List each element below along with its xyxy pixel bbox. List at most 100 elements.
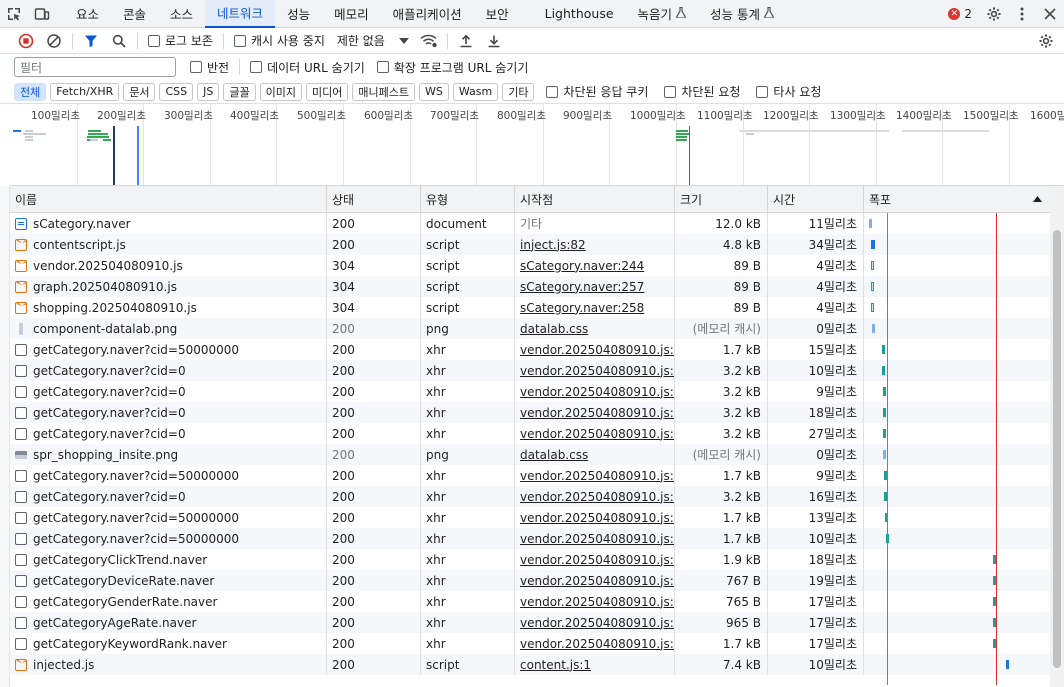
type-filter-7[interactable]: 미디어 (306, 82, 349, 101)
cell-waterfall[interactable] (864, 339, 1050, 360)
table-row[interactable]: getCategoryDeviceRate.naver 200 xhr vendor.… (10, 570, 1050, 591)
tab-9[interactable]: 녹음기 (626, 0, 699, 28)
filter-funnel-icon[interactable] (77, 28, 105, 54)
cell-name[interactable]: getCategory.naver?cid=50000000 (10, 528, 327, 549)
type-filter-1[interactable]: Fetch/XHR (50, 82, 120, 101)
cell-waterfall[interactable] (864, 213, 1050, 234)
throttling-select[interactable]: 제한 없음 (337, 32, 409, 49)
cell-waterfall[interactable] (864, 423, 1050, 444)
cell-waterfall[interactable] (864, 234, 1050, 255)
cell-waterfall[interactable] (864, 255, 1050, 276)
cell-initiator[interactable]: sCategory.naver:257 (515, 276, 675, 297)
type-filter-2[interactable]: 문서 (123, 82, 156, 101)
table-row[interactable]: getCategoryGenderRate.naver 200 xhr vendor.… (10, 591, 1050, 612)
cell-name[interactable]: shopping.202504080910.js (10, 297, 327, 318)
cell-name[interactable]: contentscript.js (10, 234, 327, 255)
cell-waterfall[interactable] (864, 465, 1050, 486)
disable-cache-checkbox[interactable]: 캐시 사용 중지 (233, 32, 325, 49)
clear-icon[interactable] (40, 28, 68, 54)
table-row[interactable]: getCategoryKeywordRank.naver 200 xhr vendor… (10, 633, 1050, 654)
cell-initiator[interactable]: vendor.202504080910.js:25 (515, 360, 675, 381)
cell-name[interactable]: getCategory.naver?cid=50000000 (10, 339, 327, 360)
import-har-icon[interactable] (452, 28, 480, 54)
cell-name[interactable]: getCategory.naver?cid=0 (10, 360, 327, 381)
type-filter-9[interactable]: WS (418, 82, 449, 101)
type-check-2[interactable]: 타사 요청 (756, 83, 821, 100)
column-header-size[interactable]: 크기 (675, 186, 768, 213)
cell-initiator[interactable]: vendor.202504080910.js:25 (515, 339, 675, 360)
cell-initiator[interactable]: sCategory.naver:244 (515, 255, 675, 276)
search-icon[interactable] (105, 28, 133, 54)
cell-waterfall[interactable] (864, 549, 1050, 570)
cell-initiator[interactable]: datalab.css (515, 318, 675, 339)
type-filter-5[interactable]: 글꼴 (223, 82, 256, 101)
cell-name[interactable]: getCategoryClickTrend.naver (10, 549, 327, 570)
network-conditions-icon[interactable] (415, 28, 443, 54)
table-row[interactable]: getCategory.naver?cid=50000000 200 xhr vend… (10, 528, 1050, 549)
cell-name[interactable]: getCategory.naver?cid=0 (10, 486, 327, 507)
checkbox-box[interactable] (250, 61, 263, 73)
column-header-waterfall[interactable]: 폭포 (864, 186, 1050, 213)
tab-1[interactable]: 콘솔 (111, 0, 158, 28)
cell-initiator[interactable]: vendor.202504080910.js:25 (515, 633, 675, 654)
column-header-status[interactable]: 상태 (327, 186, 421, 213)
cell-initiator[interactable]: vendor.202504080910.js:25 (515, 549, 675, 570)
error-counter[interactable]: ✕ 2 (940, 7, 980, 21)
tab-0[interactable]: 요소 (64, 0, 111, 28)
table-row[interactable]: getCategory.naver?cid=0 200 xhr vendor.2025… (10, 360, 1050, 381)
cell-name[interactable]: getCategoryKeywordRank.naver (10, 633, 327, 654)
inspect-element-icon[interactable] (0, 0, 28, 28)
table-row[interactable]: getCategoryAgeRate.naver 200 xhr vendor.202… (10, 612, 1050, 633)
settings-gear-icon[interactable] (980, 0, 1008, 28)
table-row[interactable]: vendor.202504080910.js 304 script sCategory… (10, 255, 1050, 276)
cell-name[interactable]: getCategoryAgeRate.naver (10, 612, 327, 633)
device-toolbar-icon[interactable] (28, 0, 56, 28)
type-filter-0[interactable]: 전체 (14, 82, 47, 101)
tab-3[interactable]: 네트워크 (205, 0, 276, 28)
table-row[interactable]: shopping.202504080910.js 304 script sCatego… (10, 297, 1050, 318)
tab-7[interactable]: 보안 (474, 0, 521, 28)
cell-waterfall[interactable] (864, 318, 1050, 339)
cell-initiator[interactable]: vendor.202504080910.js:25 (515, 612, 675, 633)
filter-input[interactable]: 필터 (14, 57, 176, 77)
export-har-icon[interactable] (480, 28, 508, 54)
cell-waterfall[interactable] (864, 507, 1050, 528)
cell-initiator[interactable]: vendor.202504080910.js:25 (515, 591, 675, 612)
type-filter-8[interactable]: 매니페스트 (352, 82, 415, 101)
cell-name[interactable]: spr_shopping_insite.png (10, 444, 327, 465)
cell-waterfall[interactable] (864, 381, 1050, 402)
cell-initiator[interactable]: vendor.202504080910.js:25 (515, 528, 675, 549)
table-row[interactable]: component-datalab.png 200 png datalab.css (메… (10, 318, 1050, 339)
cell-initiator[interactable]: inject.js:82 (515, 234, 675, 255)
type-filter-6[interactable]: 이미지 (259, 82, 302, 101)
table-row[interactable]: getCategoryClickTrend.naver 200 xhr vendor.… (10, 549, 1050, 570)
cell-waterfall[interactable] (864, 276, 1050, 297)
cell-initiator[interactable]: vendor.202504080910.js:25 (515, 402, 675, 423)
cell-waterfall[interactable] (864, 360, 1050, 381)
checkbox-box[interactable] (376, 61, 389, 73)
cell-name[interactable]: getCategory.naver?cid=50000000 (10, 507, 327, 528)
table-row[interactable]: getCategory.naver?cid=50000000 200 xhr vend… (10, 465, 1050, 486)
checkbox-box[interactable] (546, 85, 559, 98)
cell-name[interactable]: injected.js (10, 654, 327, 675)
table-row[interactable]: graph.202504080910.js 304 script sCategory.… (10, 276, 1050, 297)
checkbox-box[interactable] (190, 61, 202, 73)
checkbox-box[interactable] (233, 34, 246, 47)
cell-name[interactable]: vendor.202504080910.js (10, 255, 327, 276)
type-filter-10[interactable]: Wasm (452, 82, 499, 101)
table-row[interactable]: contentscript.js 200 script inject.js:82 4.8… (10, 234, 1050, 255)
column-header-time[interactable]: 시간 (768, 186, 864, 213)
column-header-type[interactable]: 유형 (421, 186, 515, 213)
table-row[interactable]: sCategory.naver 200 document 기타 12.0 kB 11밀리초 (10, 213, 1050, 234)
hide-extension-urls-checkbox[interactable]: 확장 프로그램 URL 숨기기 (376, 59, 528, 76)
cell-name[interactable]: getCategory.naver?cid=0 (10, 423, 327, 444)
table-row[interactable]: injected.js 200 script content.js:1 7.4 kB 10… (10, 654, 1050, 675)
cell-initiator[interactable]: vendor.202504080910.js:25 (515, 507, 675, 528)
table-row[interactable]: getCategory.naver?cid=0 200 xhr vendor.2025… (10, 381, 1050, 402)
table-row[interactable]: getCategory.naver?cid=0 200 xhr vendor.2025… (10, 423, 1050, 444)
type-filter-3[interactable]: CSS (159, 82, 194, 101)
tab-6[interactable]: 애플리케이션 (381, 0, 474, 28)
table-row[interactable]: spr_shopping_insite.png 200 png datalab.css… (10, 444, 1050, 465)
cell-name[interactable]: getCategory.naver?cid=50000000 (10, 465, 327, 486)
cell-waterfall[interactable] (864, 444, 1050, 465)
